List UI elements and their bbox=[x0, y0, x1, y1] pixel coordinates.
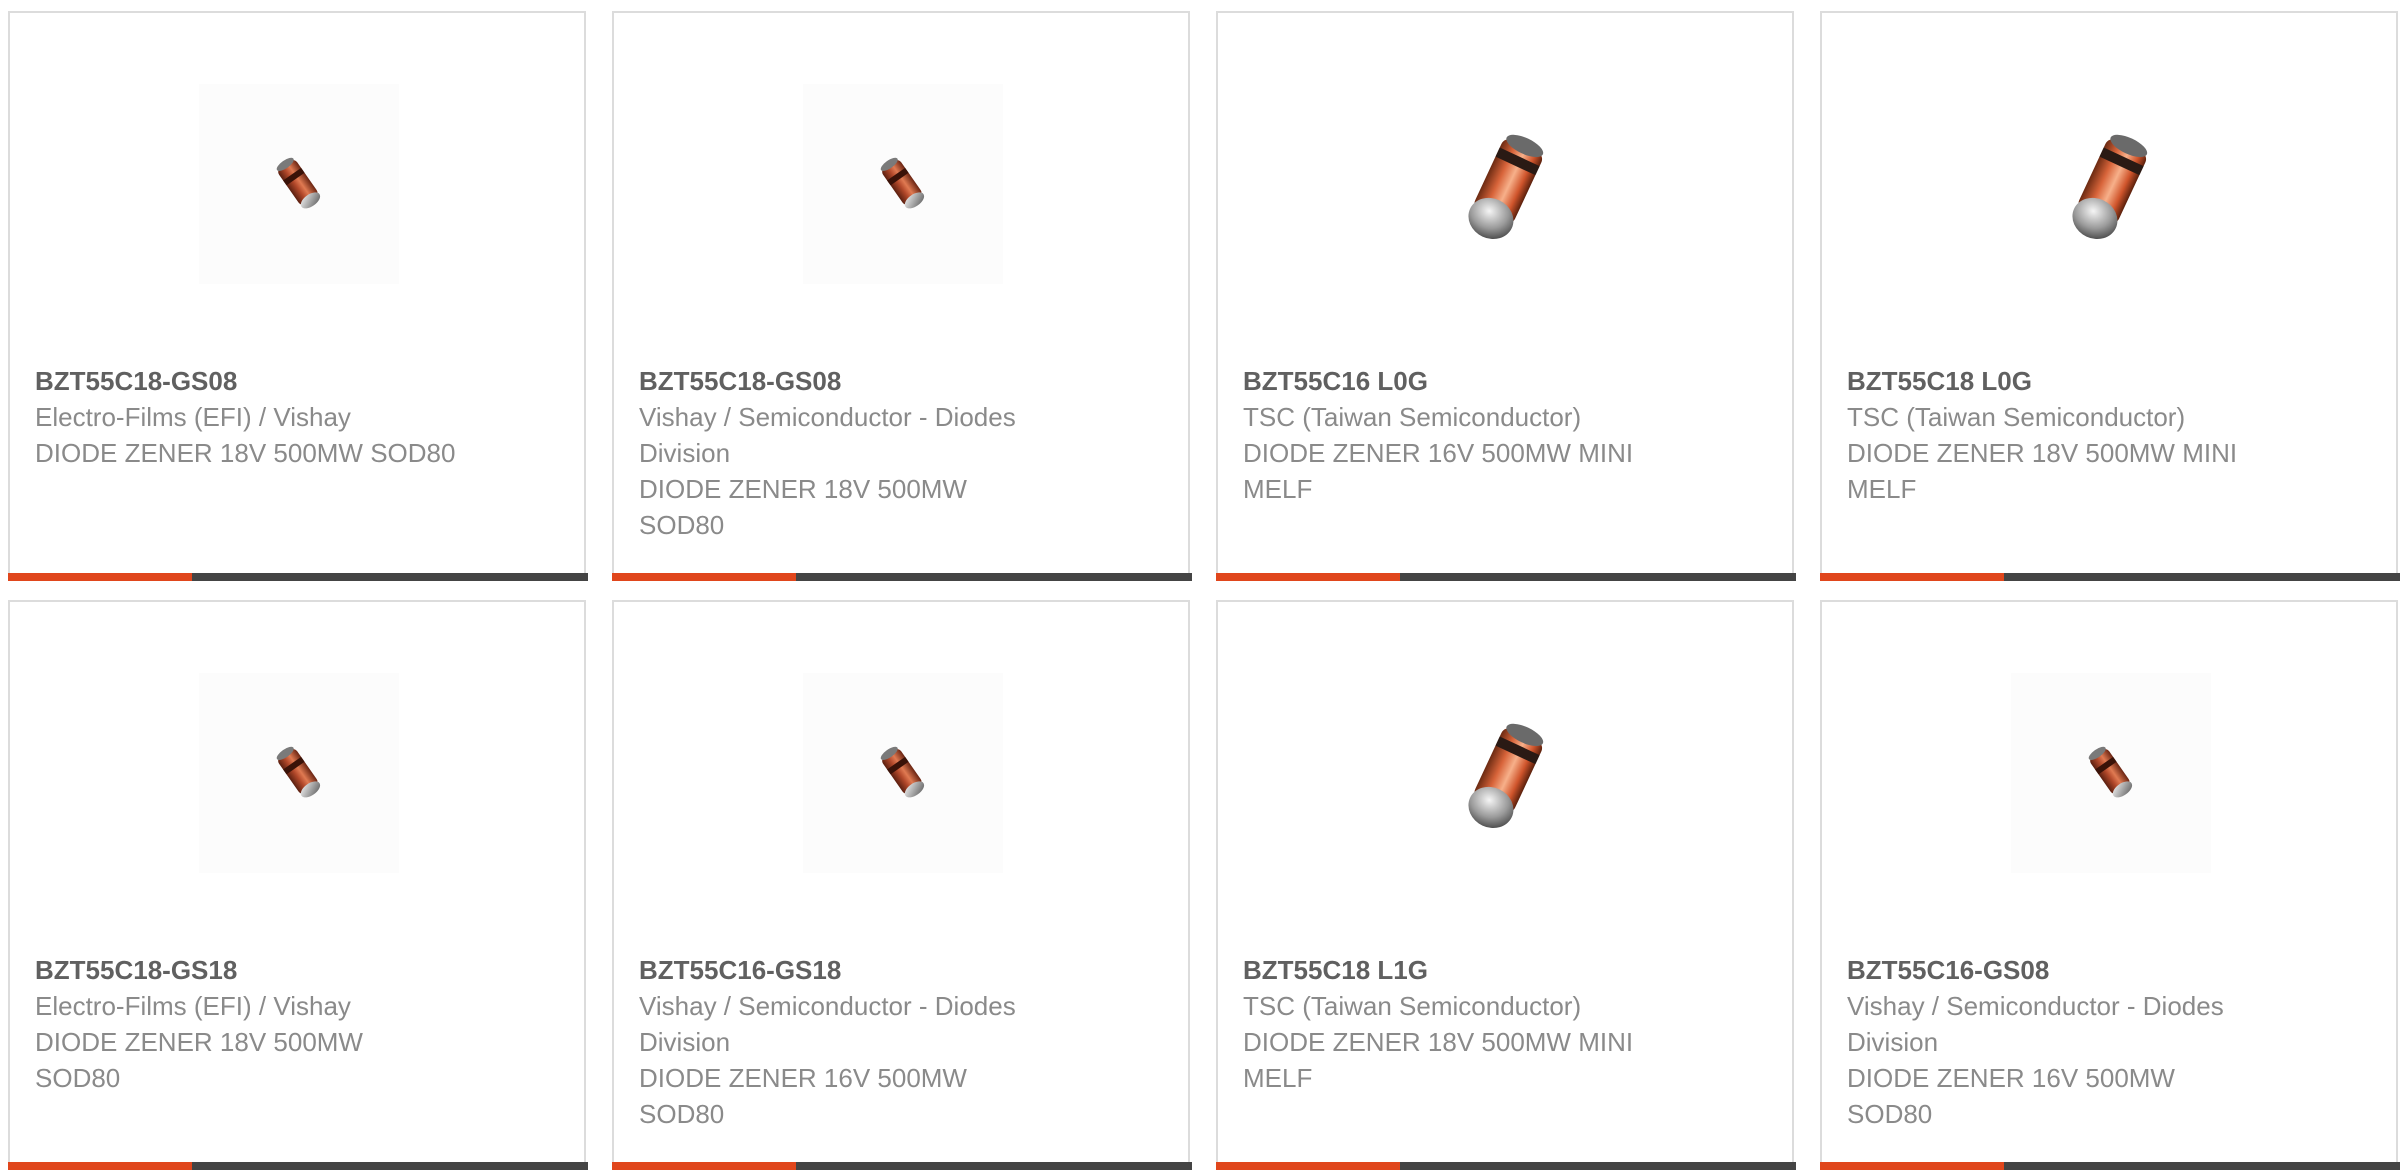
manufacturer: Vishay / Semiconductor - Diodes Division bbox=[1847, 991, 2224, 1057]
product-info: BZT55C18-GS08 Electro-Films (EFI) / Vish… bbox=[35, 363, 555, 471]
part-number-link[interactable]: BZT55C18 L1G bbox=[1243, 952, 1763, 988]
manufacturer: Electro-Films (EFI) / Vishay bbox=[35, 991, 351, 1021]
sod80-diode-icon[interactable] bbox=[803, 84, 1003, 284]
card-accent-bar bbox=[612, 1162, 796, 1170]
minimelf-diode-icon[interactable] bbox=[1407, 673, 1607, 873]
part-number-link[interactable]: BZT55C18 L0G bbox=[1847, 363, 2367, 399]
part-number-link[interactable]: BZT55C18-GS18 bbox=[35, 952, 555, 988]
card-bottom-bar bbox=[8, 573, 588, 581]
card-bottom-bar bbox=[1820, 1162, 2400, 1170]
product-card[interactable]: BZT55C16-GS18 Vishay / Semiconductor - D… bbox=[612, 600, 1192, 1170]
description: DIODE ZENER 18V 500MW SOD80 bbox=[35, 1027, 363, 1093]
description: DIODE ZENER 16V 500MW SOD80 bbox=[1847, 1063, 2175, 1129]
card-bottom-bar bbox=[612, 1162, 1192, 1170]
card-accent-bar bbox=[1216, 573, 1400, 581]
card-bottom-bar bbox=[1216, 1162, 1796, 1170]
description: DIODE ZENER 16V 500MW SOD80 bbox=[639, 1063, 967, 1129]
sod80-diode-icon[interactable] bbox=[199, 673, 399, 873]
card-accent-bar bbox=[612, 573, 796, 581]
sod80-diode-icon[interactable] bbox=[2011, 673, 2211, 873]
description: DIODE ZENER 18V 500MW SOD80 bbox=[639, 474, 967, 540]
product-card[interactable]: BZT55C18-GS18 Electro-Films (EFI) / Vish… bbox=[8, 600, 588, 1170]
part-number-link[interactable]: BZT55C18-GS08 bbox=[639, 363, 1159, 399]
card-accent-bar bbox=[8, 1162, 192, 1170]
product-info: BZT55C16-GS18 Vishay / Semiconductor - D… bbox=[639, 952, 1159, 1132]
manufacturer: TSC (Taiwan Semiconductor) bbox=[1243, 991, 1582, 1021]
sod80-diode-icon[interactable] bbox=[803, 673, 1003, 873]
card-accent-bar bbox=[1820, 573, 2004, 581]
manufacturer: TSC (Taiwan Semiconductor) bbox=[1847, 402, 2186, 432]
description: DIODE ZENER 16V 500MW MINI MELF bbox=[1243, 438, 1634, 504]
minimelf-diode-icon[interactable] bbox=[2011, 84, 2211, 284]
card-bottom-bar bbox=[8, 1162, 588, 1170]
product-card[interactable]: BZT55C16 L0G TSC (Taiwan Semiconductor) … bbox=[1216, 11, 1796, 581]
minimelf-diode-icon[interactable] bbox=[1407, 84, 1607, 284]
description: DIODE ZENER 18V 500MW MINI MELF bbox=[1243, 1027, 1634, 1093]
manufacturer: Electro-Films (EFI) / Vishay bbox=[35, 402, 351, 432]
product-card[interactable]: BZT55C18 L1G TSC (Taiwan Semiconductor) … bbox=[1216, 600, 1796, 1170]
manufacturer: Vishay / Semiconductor - Diodes Division bbox=[639, 991, 1016, 1057]
product-grid: BZT55C18-GS08 Electro-Films (EFI) / Vish… bbox=[0, 0, 2400, 1170]
part-number-link[interactable]: BZT55C16 L0G bbox=[1243, 363, 1763, 399]
card-bottom-bar bbox=[612, 573, 1192, 581]
product-card[interactable]: BZT55C18 L0G TSC (Taiwan Semiconductor) … bbox=[1820, 11, 2400, 581]
part-number-link[interactable]: BZT55C16-GS08 bbox=[1847, 952, 2367, 988]
card-accent-bar bbox=[8, 573, 192, 581]
description: DIODE ZENER 18V 500MW SOD80 bbox=[35, 438, 456, 468]
product-info: BZT55C18-GS18 Electro-Films (EFI) / Vish… bbox=[35, 952, 555, 1096]
sod80-diode-icon[interactable] bbox=[199, 84, 399, 284]
manufacturer: Vishay / Semiconductor - Diodes Division bbox=[639, 402, 1016, 468]
card-bottom-bar bbox=[1820, 573, 2400, 581]
product-info: BZT55C18 L0G TSC (Taiwan Semiconductor) … bbox=[1847, 363, 2367, 507]
product-card[interactable]: BZT55C18-GS08 Vishay / Semiconductor - D… bbox=[612, 11, 1192, 581]
card-accent-bar bbox=[1216, 1162, 1400, 1170]
product-info: BZT55C18 L1G TSC (Taiwan Semiconductor) … bbox=[1243, 952, 1763, 1096]
product-info: BZT55C18-GS08 Vishay / Semiconductor - D… bbox=[639, 363, 1159, 543]
product-info: BZT55C16-GS08 Vishay / Semiconductor - D… bbox=[1847, 952, 2367, 1132]
product-card[interactable]: BZT55C16-GS08 Vishay / Semiconductor - D… bbox=[1820, 600, 2400, 1170]
card-accent-bar bbox=[1820, 1162, 2004, 1170]
part-number-link[interactable]: BZT55C16-GS18 bbox=[639, 952, 1159, 988]
product-info: BZT55C16 L0G TSC (Taiwan Semiconductor) … bbox=[1243, 363, 1763, 507]
description: DIODE ZENER 18V 500MW MINI MELF bbox=[1847, 438, 2238, 504]
manufacturer: TSC (Taiwan Semiconductor) bbox=[1243, 402, 1582, 432]
part-number-link[interactable]: BZT55C18-GS08 bbox=[35, 363, 555, 399]
card-bottom-bar bbox=[1216, 573, 1796, 581]
product-card[interactable]: BZT55C18-GS08 Electro-Films (EFI) / Vish… bbox=[8, 11, 588, 581]
